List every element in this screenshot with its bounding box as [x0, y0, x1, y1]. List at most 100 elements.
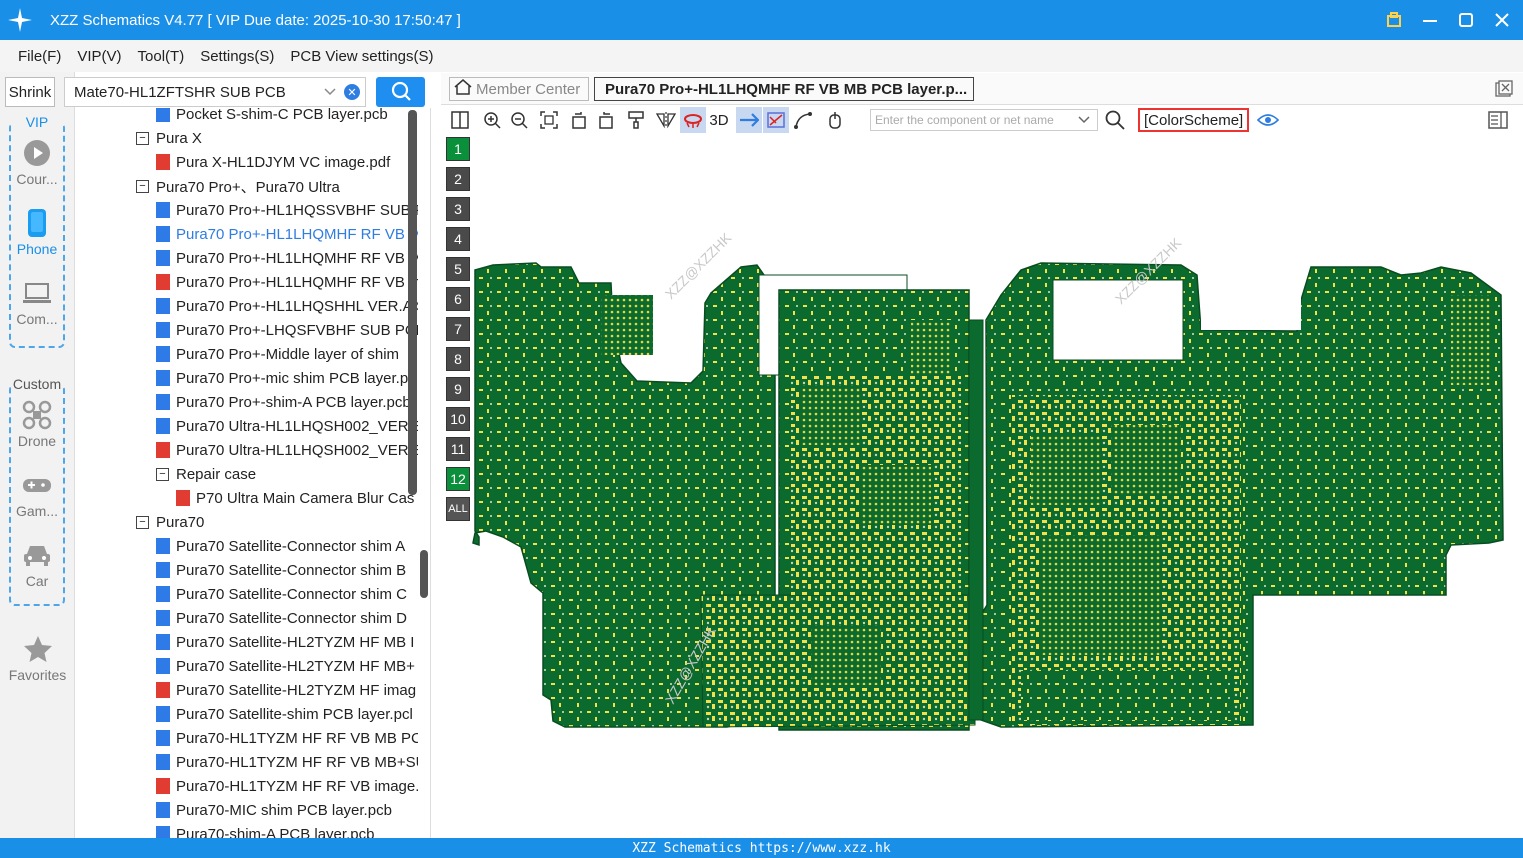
layer-button[interactable]: 1	[446, 137, 470, 161]
color-scheme-button[interactable]: [ColorScheme]	[1138, 108, 1250, 132]
eye-icon[interactable]	[1255, 107, 1281, 133]
layer-button[interactable]: 10	[446, 407, 470, 431]
collapse-icon[interactable]: −	[156, 467, 169, 481]
tree-file[interactable]: Pocket S-shim-C PCB layer.pcb	[156, 108, 388, 126]
tree-folder[interactable]: − Pura70	[136, 510, 204, 534]
zoom-in-icon[interactable]	[479, 107, 505, 133]
rail-item-computer[interactable]: Com...	[11, 268, 63, 338]
tab-member-center[interactable]: Member Center	[449, 77, 589, 101]
close-tabs-icon[interactable]	[1495, 80, 1513, 98]
tree-file[interactable]: Pura70 Satellite-Connector shim C	[156, 582, 407, 606]
tree-folder[interactable]: − Repair case	[156, 462, 256, 486]
layer-button[interactable]: 3	[446, 197, 470, 221]
star-icon	[23, 635, 53, 663]
tree-file[interactable]: Pura70 Satellite-Connector shim D	[156, 606, 407, 630]
layer-button[interactable]: 7	[446, 317, 470, 341]
tree-scrollbar[interactable]	[408, 110, 417, 495]
rail-item-game[interactable]: Gam...	[11, 460, 63, 530]
layer-button[interactable]: ALL	[446, 497, 470, 521]
wire-view-icon[interactable]	[763, 107, 789, 133]
tree-folder[interactable]: − Pura X	[136, 126, 202, 150]
tree-file[interactable]: Pura70 Satellite-HL2TYZM HF imag	[156, 678, 416, 702]
tree-file[interactable]: Pura70 Pro+-HL1LHQSHHL VER.A S	[156, 294, 418, 318]
layer-button[interactable]: 2	[446, 167, 470, 191]
rotate-right-icon[interactable]	[593, 107, 619, 133]
search-button[interactable]	[376, 77, 425, 107]
pin-arrow-icon[interactable]	[736, 107, 762, 133]
layer-button[interactable]: 11	[446, 437, 470, 461]
layer-button[interactable]: 8	[446, 347, 470, 371]
tree-file[interactable]: Pura70 Pro+-HL1LHQMHF RF VB in	[156, 270, 418, 294]
rotate-left-icon[interactable]	[566, 107, 592, 133]
tree-file[interactable]: Pura70-HL1TYZM HF RF VB image.	[156, 774, 418, 798]
pdf-file-icon	[156, 682, 170, 698]
menu-vip[interactable]: VIP(V)	[77, 48, 121, 65]
tree-file[interactable]: Pura X-HL1DJYM VC image.pdf	[156, 150, 390, 174]
tree-file[interactable]: Pura70 Pro+-Middle layer of shim	[156, 342, 399, 366]
layer-button[interactable]: 6	[446, 287, 470, 311]
tree-item-label: Pura70 Pro+-HL1LHQSHHL VER.A S	[176, 297, 418, 315]
tree-file[interactable]: Pura70-HL1TYZM HF RF VB MB PC	[156, 726, 418, 750]
layer-button[interactable]: 9	[446, 377, 470, 401]
shrink-button[interactable]: Shrink	[5, 77, 55, 107]
zoom-out-icon[interactable]	[506, 107, 532, 133]
search-component-icon[interactable]	[1102, 107, 1128, 133]
rail-item-car[interactable]: Car	[11, 530, 63, 600]
tree-file[interactable]: Pura70 Satellite-HL2TYZM HF MB+	[156, 654, 415, 678]
close-icon[interactable]	[1491, 9, 1513, 31]
tree-file[interactable]: Pura70 Pro+-HL1HQSSVBHF SUB P	[156, 198, 418, 222]
rail-item-drone[interactable]: Drone	[11, 390, 63, 460]
pcb-file-icon	[156, 226, 170, 242]
tree-file[interactable]: Pura70 Pro+-mic shim PCB layer.pc	[156, 366, 416, 390]
rail-item-favorites[interactable]: Favorites	[0, 624, 75, 694]
rail-item-phone[interactable]: Phone	[11, 198, 63, 268]
menu-pcb-view-settings[interactable]: PCB View settings(S)	[290, 48, 433, 65]
layer-button[interactable]: 5	[446, 257, 470, 281]
paint-icon[interactable]	[623, 107, 649, 133]
rail-item-courses[interactable]: Cour...	[11, 128, 63, 198]
split-view-icon[interactable]	[447, 107, 473, 133]
tree-file[interactable]: Pura70 Satellite-Connector shim B	[156, 558, 406, 582]
tree-file[interactable]: P70 Ultra Main Camera Blur Cas	[176, 486, 414, 510]
tree-file[interactable]: Pura70 Ultra-HL1LHQSH002_VER.B	[156, 414, 418, 438]
flip-icon[interactable]	[653, 107, 679, 133]
tree-file[interactable]: Pura70-MIC shim PCB layer.pcb	[156, 798, 392, 822]
maximize-icon[interactable]	[1455, 9, 1477, 31]
component-search-input[interactable]: Enter the component or net name	[870, 109, 1098, 131]
collapse-icon[interactable]: −	[136, 179, 149, 193]
tree-file[interactable]: Pura70 Pro+-HL1LHQMHF RF VB M	[156, 222, 418, 246]
tree-file[interactable]: Pura70-HL1TYZM HF RF VB MB+SU	[156, 750, 418, 774]
tree-file[interactable]: Pura70 Satellite-Connector shim A	[156, 534, 405, 558]
collapse-icon[interactable]: −	[136, 131, 149, 145]
tree-file[interactable]: Pura70-shim-A PCB layer.pcb	[156, 822, 374, 838]
tree-file[interactable]: Pura70 Satellite-HL2TYZM HF MB I	[156, 630, 414, 654]
pcb-canvas[interactable]: XZZ@XZZHK XZZ@XZZHK XZZ@XZZHK	[441, 135, 1523, 838]
collapse-icon[interactable]: −	[136, 515, 149, 529]
menu-tool[interactable]: Tool(T)	[138, 48, 185, 65]
tree-scrollbar-secondary[interactable]	[420, 550, 428, 598]
net-highlight-icon[interactable]	[680, 107, 706, 133]
panel-toggle-icon[interactable]	[1485, 107, 1511, 133]
bag-icon[interactable]	[1383, 9, 1405, 31]
tree-file[interactable]: Pura70 Ultra-HL1LHQSH002_VER.B	[156, 438, 418, 462]
pcb-board-drawing[interactable]: XZZ@XZZHK XZZ@XZZHK XZZ@XZZHK	[441, 135, 1523, 838]
tree-file[interactable]: Pura70 Pro+-LHQSFVBHF SUB PCB	[156, 318, 418, 342]
tab-pcb-file[interactable]: Pura70 Pro+-HL1LHQMHF RF VB MB PCB layer…	[594, 77, 974, 101]
tree-file[interactable]: Pura70 Satellite-shim PCB layer.pcl	[156, 702, 413, 726]
chevron-down-icon[interactable]	[1077, 112, 1091, 129]
minimize-icon[interactable]	[1419, 9, 1441, 31]
layer-button[interactable]: 12	[446, 467, 470, 491]
tree-file[interactable]: Pura70 Pro+-shim-A PCB layer.pcb	[156, 390, 411, 414]
clear-icon[interactable]: ✕	[344, 84, 360, 100]
fit-screen-icon[interactable]	[536, 107, 562, 133]
chevron-down-icon[interactable]	[323, 84, 337, 102]
menu-settings[interactable]: Settings(S)	[200, 48, 274, 65]
trace-icon[interactable]	[790, 107, 816, 133]
layer-button[interactable]: 4	[446, 227, 470, 251]
tree-folder[interactable]: − Pura70 Pro+、Pura70 Ultra	[136, 174, 340, 198]
hand-pan-icon[interactable]	[822, 107, 848, 133]
three-d-toggle[interactable]: 3D	[706, 112, 732, 129]
tree-file[interactable]: Pura70 Pro+-HL1LHQMHF RF VB M	[156, 246, 418, 270]
menu-file[interactable]: File(F)	[18, 48, 61, 65]
model-search-input[interactable]: Mate70-HL1ZFTSHR SUB PCB ✕	[64, 77, 366, 107]
